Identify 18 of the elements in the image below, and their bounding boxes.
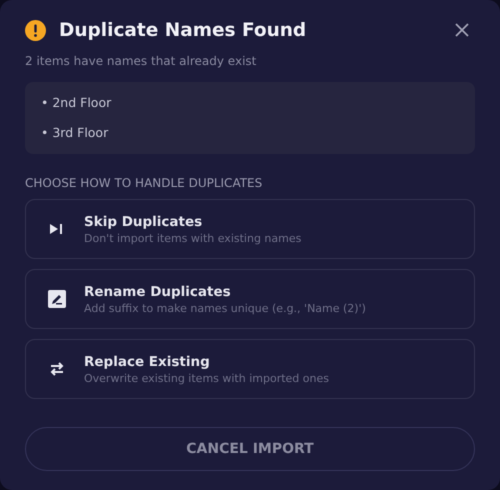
cancel-button[interactable]: CANCEL IMPORT	[25, 427, 475, 471]
option-title: Skip Duplicates	[84, 214, 204, 230]
dialog-title: Duplicate Names Found	[59, 20, 308, 40]
option-button[interactable]: Rename Duplicates Add suffix to make names unique (e.g., 'Name (2)')	[25, 269, 475, 329]
option-description: Overwrite existing items with imported ones	[84, 372, 329, 384]
duplicate-item: • 3rd Floor	[41, 124, 110, 142]
option-button[interactable]: Skip Duplicates Don't import items with existing names	[25, 199, 475, 259]
option-title: Rename Duplicates	[84, 284, 232, 300]
option-title: Replace Existing	[84, 354, 211, 370]
duplicate-item: • 2nd Floor	[41, 94, 112, 112]
dialog-subtitle: 2 items have names that already exist	[25, 54, 258, 68]
option-description: Don't import items with existing names	[84, 232, 302, 244]
option-description: Add suffix to make names unique (e.g., 'Name (2)')	[84, 302, 366, 314]
section-label: CHOOSE HOW TO HANDLE DUPLICATES	[25, 176, 264, 190]
option-button[interactable]: Replace Existing Overwrite existing items with imported ones	[25, 339, 475, 399]
edit-icon	[46, 288, 68, 310]
close-button[interactable]	[454, 22, 470, 38]
warning-icon	[25, 20, 46, 40]
